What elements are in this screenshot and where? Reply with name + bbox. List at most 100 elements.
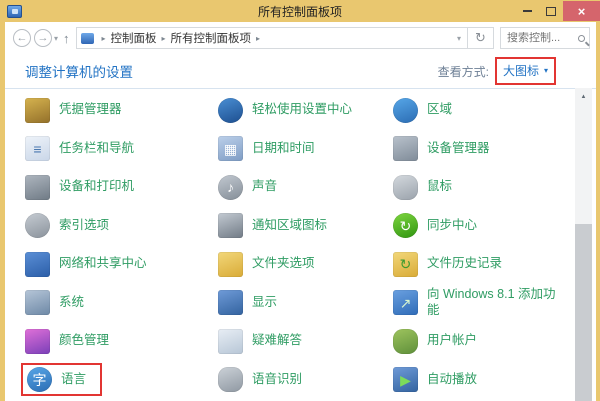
- indexing-options-icon: [25, 213, 50, 238]
- date-time-icon: ▦: [218, 136, 243, 161]
- item-label: 区域: [427, 102, 452, 118]
- refresh-icon: ↻: [475, 30, 486, 46]
- item-label: 颜色管理: [59, 333, 109, 349]
- item-color-management[interactable]: 颜色管理: [20, 322, 213, 361]
- window-title: 所有控制面板项: [0, 3, 600, 20]
- item-label: 轻松使用设置中心: [252, 102, 352, 118]
- vertical-scrollbar[interactable]: ▲: [575, 88, 592, 401]
- item-folder-options[interactable]: 文件夹选项: [213, 245, 388, 284]
- autoplay-icon: ▶: [393, 367, 418, 392]
- scrollbar-thumb[interactable]: [575, 224, 592, 401]
- item-label: 显示: [252, 295, 277, 311]
- item-credential-manager[interactable]: 凭据管理器: [20, 91, 213, 130]
- recent-pages-dropdown[interactable]: ▾: [54, 34, 58, 43]
- refresh-button[interactable]: ↻: [468, 27, 494, 49]
- speech-recognition-icon: [218, 367, 243, 392]
- chevron-down-icon: ▾: [544, 66, 548, 75]
- item-devices-printers[interactable]: 设备和打印机: [20, 168, 213, 207]
- minimize-icon: [523, 10, 532, 12]
- address-bar[interactable]: ▸ 控制面板 ▸ 所有控制面板项 ▸ ▾: [76, 27, 468, 49]
- page-title: 调整计算机的设置: [25, 61, 133, 81]
- close-icon: ×: [578, 4, 586, 19]
- user-accounts-icon: [393, 329, 418, 354]
- item-label: 索引选项: [59, 218, 109, 234]
- item-label: 设备和打印机: [59, 179, 134, 195]
- breadcrumb-app-icon: [81, 33, 94, 44]
- page-header: 调整计算机的设置 查看方式: 大图标 ▾: [5, 54, 596, 88]
- minimize-button[interactable]: [515, 0, 539, 22]
- display-icon: [218, 290, 243, 315]
- item-network-sharing-center[interactable]: 网络和共享中心: [20, 245, 213, 284]
- item-label: 网络和共享中心: [59, 256, 147, 272]
- item-file-history[interactable]: ↻ 文件历史记录: [388, 245, 566, 284]
- scroll-up-button[interactable]: ▲: [575, 88, 592, 105]
- item-label: 设备管理器: [427, 141, 490, 157]
- item-label: 系统: [59, 295, 84, 311]
- item-label: 同步中心: [427, 218, 477, 234]
- search-box[interactable]: [500, 27, 590, 49]
- item-device-manager[interactable]: 设备管理器: [388, 130, 566, 169]
- view-by-label: 查看方式:: [438, 63, 489, 80]
- system-icon: [25, 290, 50, 315]
- item-label: 自动播放: [427, 372, 477, 388]
- device-manager-icon: [393, 136, 418, 161]
- maximize-button[interactable]: [539, 0, 563, 22]
- breadcrumb-separator-icon: ▸: [256, 34, 260, 43]
- forward-button[interactable]: →: [34, 29, 52, 47]
- item-label: 通知区域图标: [252, 218, 327, 234]
- item-user-accounts[interactable]: 用户帐户: [388, 322, 566, 361]
- taskbar-navigation-icon: ≡: [25, 136, 50, 161]
- item-speech-recognition[interactable]: 语音识别: [213, 361, 388, 400]
- item-taskbar-navigation[interactable]: ≡ 任务栏和导航: [20, 130, 213, 169]
- sync-center-icon: ↻: [393, 213, 418, 238]
- item-ease-of-access-center[interactable]: 轻松使用设置中心: [213, 91, 388, 130]
- item-indexing-options[interactable]: 索引选项: [20, 207, 213, 246]
- search-input[interactable]: [507, 32, 567, 44]
- item-label: 用户帐户: [427, 333, 477, 349]
- item-troubleshooting[interactable]: 疑难解答: [213, 322, 388, 361]
- add-features-windows81-icon: ↗: [393, 290, 418, 315]
- breadcrumb-all-items[interactable]: 所有控制面板项: [171, 30, 252, 46]
- item-region[interactable]: 区域: [388, 91, 566, 130]
- color-management-icon: [25, 329, 50, 354]
- search-icon: [578, 35, 585, 42]
- item-date-time[interactable]: ▦ 日期和时间: [213, 130, 388, 169]
- folder-options-icon: [218, 252, 243, 277]
- item-mouse[interactable]: 鼠标: [388, 168, 566, 207]
- credential-manager-icon: [25, 98, 50, 123]
- navigation-bar: ← → ▾ ↑ ▸ 控制面板 ▸ 所有控制面板项 ▸ ▾ ↻: [5, 22, 596, 54]
- item-display[interactable]: 显示: [213, 284, 388, 323]
- region-icon: [393, 98, 418, 123]
- item-label: 疑难解答: [252, 333, 302, 349]
- back-icon: ←: [17, 32, 28, 44]
- file-history-icon: ↻: [393, 252, 418, 277]
- item-label: 凭据管理器: [59, 102, 122, 118]
- address-dropdown-icon[interactable]: ▾: [451, 34, 467, 43]
- up-button[interactable]: ↑: [63, 31, 70, 46]
- sound-icon: ♪: [218, 175, 243, 200]
- control-panel-window: 所有控制面板项 × ← → ▾ ↑ ▸ 控制面板 ▸ 所有控制面板项 ▸ ▾ ↻…: [0, 0, 600, 401]
- item-sync-center[interactable]: ↻ 同步中心: [388, 207, 566, 246]
- item-label: 语音识别: [252, 372, 302, 388]
- language-icon: 字: [27, 367, 52, 392]
- item-sound[interactable]: ♪ 声音: [213, 168, 388, 207]
- item-notification-area-icons[interactable]: 通知区域图标: [213, 207, 388, 246]
- ease-of-access-center-icon: [218, 98, 243, 123]
- item-add-features-windows81[interactable]: ↗ 向 Windows 8.1 添加功能: [388, 284, 566, 323]
- item-label: 语言: [61, 372, 86, 388]
- item-label: 日期和时间: [252, 141, 315, 157]
- breadcrumb-separator-icon: ▸: [162, 34, 166, 43]
- item-label: 声音: [252, 179, 277, 195]
- view-by-dropdown[interactable]: 大图标: [503, 62, 539, 79]
- close-button[interactable]: ×: [563, 1, 600, 21]
- item-label: 文件历史记录: [427, 256, 502, 272]
- forward-icon: →: [38, 32, 49, 44]
- back-button[interactable]: ←: [13, 29, 31, 47]
- maximize-icon: [546, 7, 556, 16]
- item-autoplay[interactable]: ▶ 自动播放: [388, 361, 566, 400]
- item-language[interactable]: 字 语言: [21, 363, 102, 396]
- item-system[interactable]: 系统: [20, 284, 213, 323]
- control-panel-app-icon: [7, 5, 22, 18]
- items-grid: 凭据管理器 轻松使用设置中心 区域 ≡ 任务栏和导航 ▦ 日期和时间 设备管理器…: [5, 89, 596, 401]
- breadcrumb-control-panel[interactable]: 控制面板: [111, 30, 157, 46]
